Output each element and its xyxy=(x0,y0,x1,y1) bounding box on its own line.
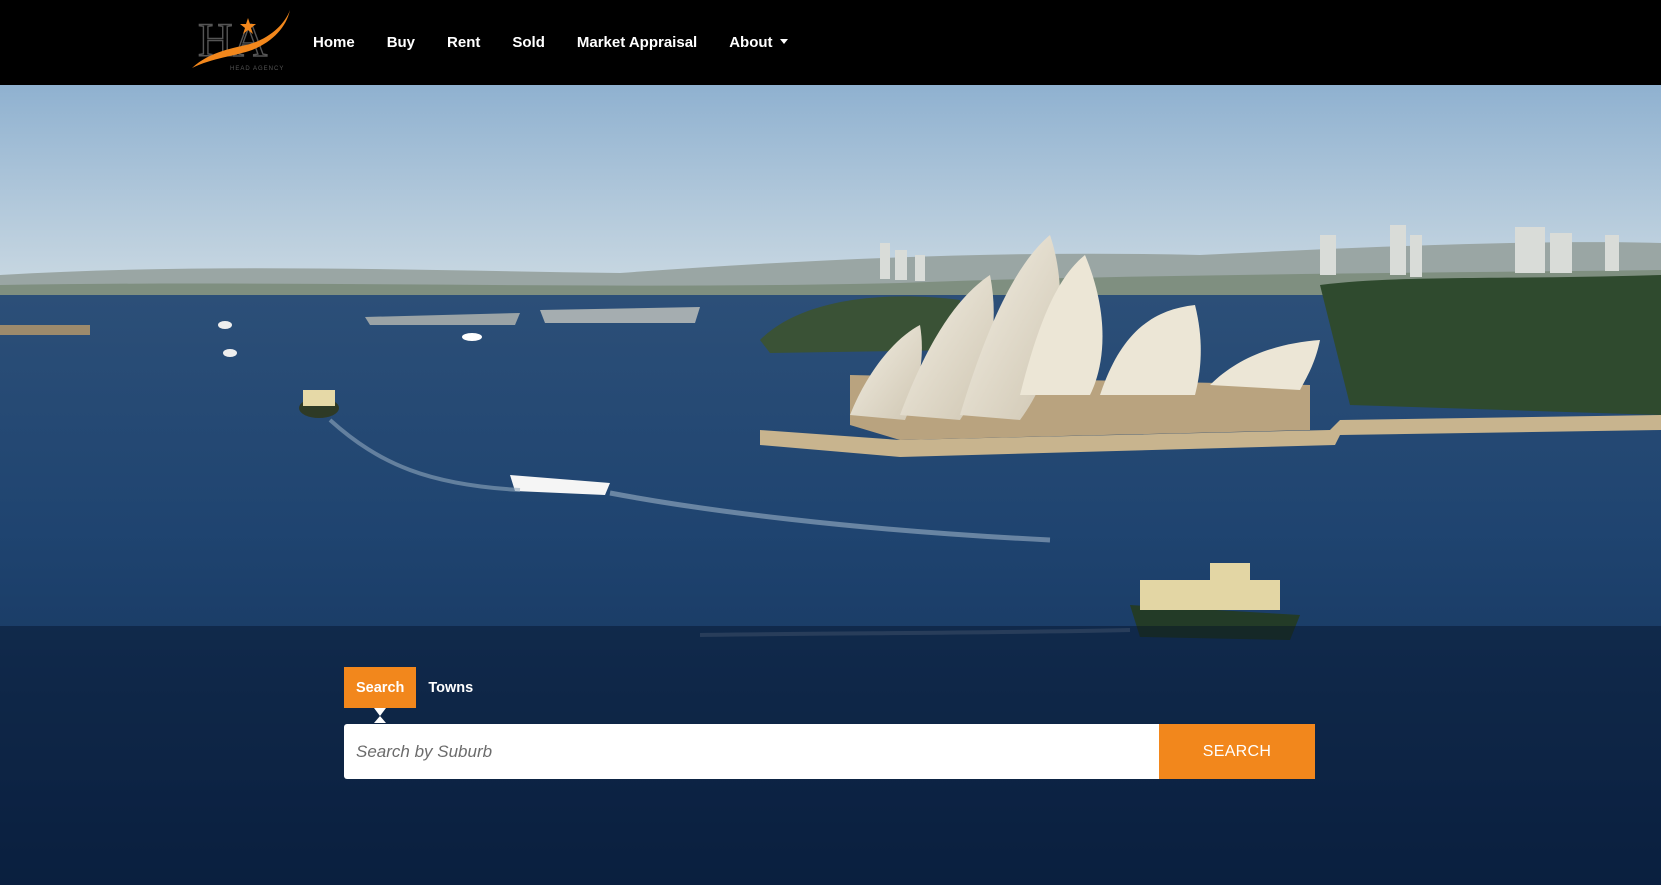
hero-section: Search Towns SEARCH xyxy=(0,85,1661,885)
nav-about-dropdown[interactable]: About xyxy=(729,2,788,84)
active-tab-pointer xyxy=(374,716,387,723)
search-row: SEARCH xyxy=(344,724,1315,779)
search-button[interactable]: SEARCH xyxy=(1159,724,1315,779)
tab-search[interactable]: Search xyxy=(344,667,417,723)
top-navbar: HA HEAD AGENCY Home Buy Rent Sold Market… xyxy=(0,0,1661,85)
main-nav: Home Buy Rent Sold Market Appraisal Abou… xyxy=(313,0,820,85)
tab-towns[interactable]: Towns xyxy=(416,667,485,708)
logo-icon: HA HEAD AGENCY xyxy=(192,10,290,72)
property-search-panel: Search Towns SEARCH xyxy=(344,667,1315,779)
nav-buy[interactable]: Buy xyxy=(387,2,415,84)
search-tabs: Search Towns xyxy=(344,667,1315,723)
nav-market-appraisal[interactable]: Market Appraisal xyxy=(577,2,697,84)
nav-sold[interactable]: Sold xyxy=(512,2,545,84)
nav-home[interactable]: Home xyxy=(313,2,355,84)
nav-rent[interactable]: Rent xyxy=(447,2,480,84)
suburb-search-input[interactable] xyxy=(344,724,1159,779)
caret-down-icon xyxy=(779,39,788,44)
svg-text:HEAD AGENCY: HEAD AGENCY xyxy=(230,66,284,72)
brand-logo[interactable]: HA HEAD AGENCY xyxy=(190,6,294,72)
